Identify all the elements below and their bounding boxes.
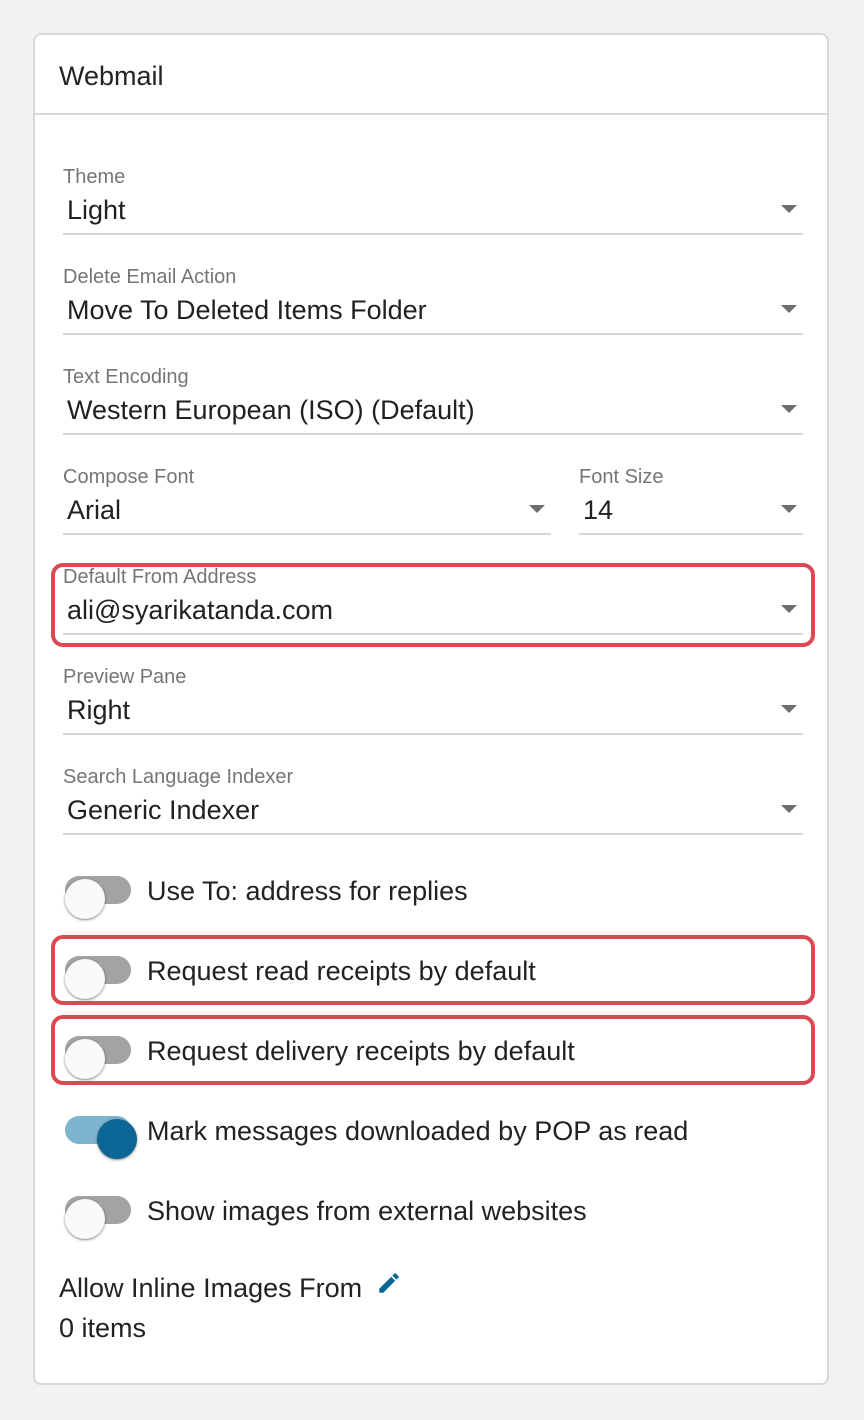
preview-pane-value: Right bbox=[67, 695, 131, 725]
compose-font-value: Arial bbox=[67, 495, 122, 525]
mark-pop-read-toggle[interactable] bbox=[65, 1116, 137, 1159]
pencil-icon[interactable] bbox=[376, 1270, 402, 1304]
show-external-images-toggle[interactable] bbox=[65, 1196, 131, 1239]
toggle-thumb[interactable] bbox=[65, 1199, 105, 1239]
chevron-down-icon bbox=[781, 305, 797, 313]
chevron-down-icon bbox=[781, 405, 797, 413]
mark-pop-read-label: Mark messages downloaded by POP as read bbox=[147, 1116, 689, 1146]
delete-email-action-select[interactable]: Delete Email Action Move To Deleted Item… bbox=[63, 265, 803, 335]
read-receipts-highlight bbox=[51, 935, 815, 1005]
compose-font-select[interactable]: Compose Font Arial bbox=[63, 465, 551, 535]
toggle-thumb[interactable] bbox=[65, 879, 105, 919]
card-header: Webmail bbox=[35, 35, 827, 115]
search-language-indexer-label: Search Language Indexer bbox=[63, 766, 294, 788]
use-to-address-label: Use To: address for replies bbox=[147, 876, 468, 906]
font-size-value: 14 bbox=[583, 495, 614, 525]
font-size-label: Font Size bbox=[579, 466, 664, 488]
use-to-address-toggle-row: Use To: address for replies bbox=[59, 867, 799, 919]
delete-email-action-value: Move To Deleted Items Folder bbox=[67, 295, 427, 325]
text-encoding-select[interactable]: Text Encoding Western European (ISO) (De… bbox=[63, 365, 803, 435]
theme-select[interactable]: Theme Light bbox=[63, 165, 803, 235]
toggle-thumb[interactable] bbox=[97, 1119, 137, 1159]
theme-value: Light bbox=[67, 195, 126, 225]
page-title: Webmail bbox=[59, 61, 164, 91]
webmail-settings-card: Webmail Theme Light Delete Email Action … bbox=[33, 33, 829, 1385]
chevron-down-icon bbox=[529, 505, 545, 513]
preview-pane-select[interactable]: Preview Pane Right bbox=[63, 665, 803, 735]
chevron-down-icon bbox=[781, 805, 797, 813]
text-encoding-value: Western European (ISO) (Default) bbox=[67, 395, 475, 425]
search-language-indexer-value: Generic Indexer bbox=[67, 795, 260, 825]
default-from-highlight bbox=[51, 563, 815, 647]
inline-images-heading: Allow Inline Images From bbox=[59, 1271, 402, 1305]
text-encoding-label: Text Encoding bbox=[63, 366, 189, 388]
delivery-receipts-highlight bbox=[51, 1015, 815, 1085]
search-language-indexer-select[interactable]: Search Language Indexer Generic Indexer bbox=[63, 765, 803, 835]
inline-images-title: Allow Inline Images From bbox=[59, 1273, 363, 1303]
mark-pop-read-toggle-row: Mark messages downloaded by POP as read bbox=[59, 1107, 799, 1159]
font-size-select[interactable]: Font Size 14 bbox=[579, 465, 803, 535]
inline-images-count: 0 items bbox=[59, 1313, 147, 1343]
compose-font-label: Compose Font bbox=[63, 466, 195, 488]
chevron-down-icon bbox=[781, 205, 797, 213]
theme-label: Theme bbox=[63, 166, 126, 188]
show-external-images-toggle-row: Show images from external websites bbox=[59, 1187, 799, 1239]
preview-pane-label: Preview Pane bbox=[63, 666, 187, 688]
use-to-address-toggle[interactable] bbox=[65, 876, 131, 919]
show-external-images-label: Show images from external websites bbox=[147, 1196, 587, 1226]
chevron-down-icon bbox=[781, 505, 797, 513]
chevron-down-icon bbox=[781, 705, 797, 713]
delete-email-action-label: Delete Email Action bbox=[63, 266, 237, 288]
